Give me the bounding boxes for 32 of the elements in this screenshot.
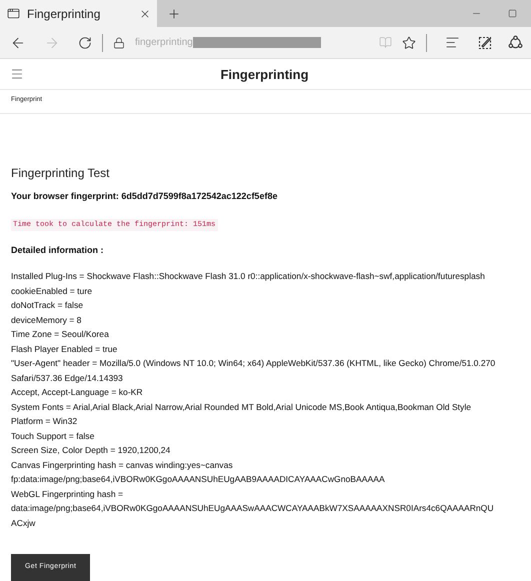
fingerprint-text: Your browser fingerprint: 6d5dd7d7599f8a172542ac122cf5ef8e [11, 191, 278, 201]
info-line: Installed Plug-Ins = Shockwave Flash::Shockwave Flash 31.0 r0::application/x-shockwave-flash~swf,application/futuresplash [11, 270, 485, 283]
info-line: Accept, Accept-Language = ko-KR [11, 386, 143, 399]
info-line: Flash Player Enabled = true [11, 342, 118, 356]
info-line: deviceMemory = 8 [11, 314, 82, 327]
lock-icon [113, 36, 125, 48]
info-line: cookieEnabled = ture [11, 284, 92, 298]
info-line: data:image/png;base64,iVBORw0KGgoAAAANSUhEUgAAASwAAACWCAYAAABkW7XSAAAAAXNSR0IArs4c6QAAAARnQU [11, 502, 494, 515]
info-line: Platform = Win32 [11, 415, 78, 428]
menu-icon[interactable] [10, 67, 24, 81]
info-line: Safari/537.36 Edge/14.14393 [11, 372, 123, 385]
info-line: Canvas Fingerprinting hash = canvas winding:yes~canvas [11, 458, 233, 472]
info-line: WebGL Fingerprinting hash = [11, 488, 124, 501]
info-line: ACxjw [11, 516, 36, 530]
site-title: Fingerprinting [219, 66, 310, 82]
info-line: "User-Agent" header = Mozilla/5.0 (Windows NT 10.0; Win64; x64) AppleWebKit/537.36 (KHTML, like Gecko) Chrome/51.0.270 [11, 357, 496, 370]
info-line: Touch Support = false [11, 430, 94, 443]
info-line: fp:data:image/png;base64,iVBORw0KGgoAAAANSUhEUgAAB9AAAADICAYAAACwGnoBAAAAA [11, 473, 385, 486]
note-icon[interactable] [478, 36, 492, 50]
info-line: Screen Size, Color Depth = 1920,1200,24 [11, 444, 170, 457]
maximize-icon[interactable] [508, 9, 517, 18]
star-icon[interactable] [402, 36, 416, 50]
share-icon[interactable] [508, 35, 523, 50]
info-line: doNotTrack = false [11, 299, 84, 312]
section-heading: Detailed information : [11, 245, 105, 255]
info-line: System Fonts = Arial,Arial Black,Arial Narrow,Arial Rounded MT Bold,Arial Unicode MS,Book Antiqua,Bookman Old Style [11, 400, 472, 414]
page-heading: Fingerprinting Test [11, 166, 110, 180]
refresh-icon[interactable] [78, 36, 92, 50]
hub-icon[interactable] [445, 35, 460, 50]
page-icon [7, 7, 20, 20]
info-line: Time Zone = Seoul/Korea [11, 328, 109, 341]
browser-tab[interactable]: Fingerprinting [0, 0, 157, 27]
